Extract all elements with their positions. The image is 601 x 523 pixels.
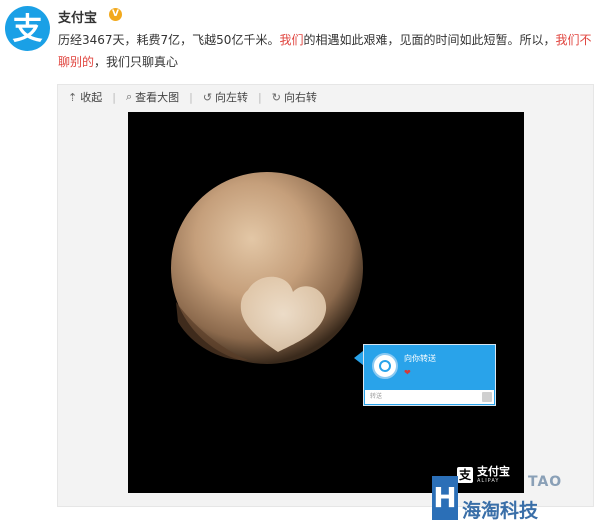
view-large-label: 查看大图 [135,91,180,104]
post-text-part: ，我们只聊真心 [94,55,179,69]
magnifier-icon: ⌕ [125,90,133,103]
toolbar-divider: | [189,90,193,104]
verified-badge-icon: V [109,8,122,21]
rotate-right-label: 向右转 [283,91,317,104]
media-toolbar: ⇡ 收起 | ⌕ 查看大图 | ↺ 向左转 | ↻ 向右转 [68,88,327,106]
account-name[interactable]: 支付宝 [58,7,97,26]
rotate-left-label: 向左转 [215,91,249,104]
arrow-up-icon: ⇡ [68,90,78,104]
site-watermark: H TAO 海淘科技 [432,474,601,523]
site-name: 海淘科技 [462,500,539,522]
site-logo-icon: H [432,476,458,520]
collapse-label: 收起 [80,91,103,104]
view-large-button[interactable]: ⌕ 查看大图 [126,89,179,105]
share-input[interactable]: 转送 [365,390,494,404]
post-text-part: 历经3467天，耗费7亿，飞越50亿千米。 [58,33,280,47]
pluto-photo[interactable] [128,112,524,493]
dialog-title: 向你转送 [404,354,436,363]
rotate-right-icon: ↻ [271,90,281,104]
share-dialog: 向你转送 ❤ 转送 [363,344,496,406]
avatar[interactable]: 支 [5,6,50,51]
share-avatar-icon [372,353,398,379]
site-tao: TAO [528,474,563,490]
share-avatar-ring [379,360,391,372]
dialog-pointer [354,351,363,365]
send-icon[interactable] [482,392,492,402]
toolbar-divider: | [258,90,262,104]
post-highlight: 我们 [279,33,304,47]
collapse-button[interactable]: ⇡ 收起 [68,89,102,105]
post-text-part: 的相遇如此艰难，见面的时间如此短暂。所以， [303,33,556,47]
heart-icon: ❤ [404,368,411,377]
alipay-logo-icon: 支 [13,12,43,47]
pluto-image [128,112,524,493]
toolbar-divider: | [112,90,116,104]
svg-text:支: 支 [13,12,43,47]
rotate-right-button[interactable]: ↻ 向右转 [272,89,317,105]
rotate-left-button[interactable]: ↺ 向左转 [203,89,248,105]
post-text: 历经3467天，耗费7亿，飞越50亿千米。我们的相遇如此艰难，见面的时间如此短暂… [58,29,598,73]
rotate-left-icon: ↺ [202,90,213,104]
